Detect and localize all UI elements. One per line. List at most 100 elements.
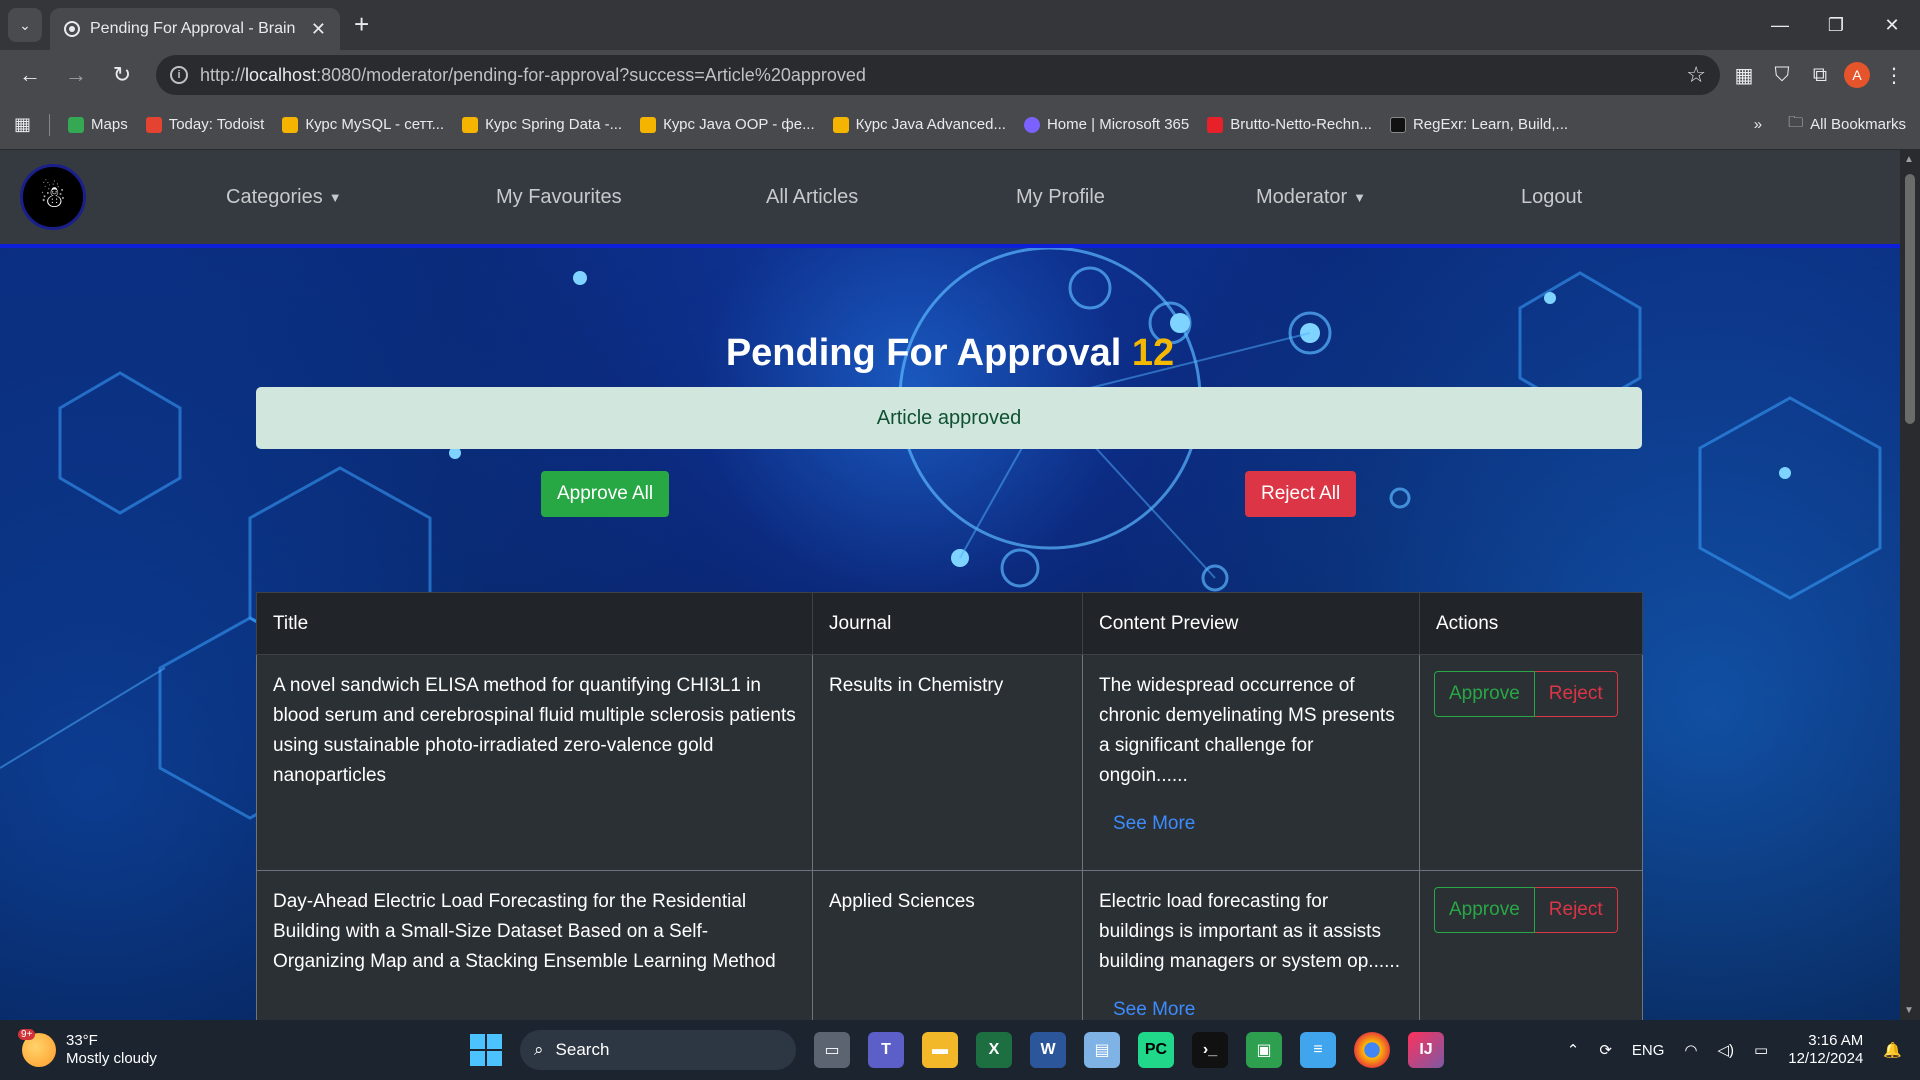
nav-all-articles[interactable]: All Articles (766, 186, 1016, 209)
bookmark-item[interactable]: RegExr: Learn, Build,... (1389, 116, 1568, 133)
vpn-lock-icon[interactable]: ▣ (1246, 1032, 1282, 1068)
window-controls: — ❐ ✕ (1752, 0, 1920, 50)
url-text[interactable]: http://localhost:8080/moderator/pending-… (200, 65, 1674, 86)
nav-my-profile[interactable]: My Profile (1016, 186, 1256, 209)
nav-links: Categories ▼ My Favourites All Articles M… (226, 186, 1791, 209)
all-bookmarks[interactable]: 🗀 All Bookmarks (1788, 112, 1906, 137)
language-indicator[interactable]: ENG (1632, 1042, 1665, 1059)
notepad-icon[interactable]: ≡ (1300, 1032, 1336, 1068)
main-content: Pending For Approval 12 Article approved… (0, 248, 1900, 529)
clock[interactable]: 3:16 AM 12/12/2024 (1788, 1032, 1863, 1068)
tab-close-icon[interactable]: ✕ (311, 19, 326, 40)
volume-icon[interactable]: ◁) (1718, 1041, 1735, 1059)
reject-button[interactable]: Reject (1534, 887, 1618, 933)
reject-all-button[interactable]: Reject All (1245, 471, 1357, 517)
sync-icon[interactable]: ⟳ (1599, 1041, 1612, 1059)
page-scrollbar[interactable]: ▲ ▼ (1900, 150, 1920, 1020)
weather-desc: Mostly cloudy (66, 1050, 157, 1067)
article-preview-cell: The widespread occurrence of chronic dem… (1082, 654, 1420, 871)
teams-icon[interactable]: T (868, 1032, 904, 1068)
windows-taskbar: 9+ 33°F Mostly cloudy ⌕ Search ▭ T ▬ X W … (0, 1020, 1920, 1080)
word-icon[interactable]: W (1030, 1032, 1066, 1068)
bookmarks-separator (49, 113, 51, 136)
maps-icon (68, 116, 85, 133)
pending-count: 12 (1131, 332, 1175, 374)
terminal-icon[interactable]: ›_ (1192, 1032, 1228, 1068)
course-icon (832, 116, 849, 133)
bookmark-item[interactable]: Brutto-Netto-Rechn... (1207, 116, 1372, 133)
bookmark-star-icon[interactable]: ☆ (1686, 62, 1706, 88)
bookmark-item[interactable]: Курс MySQL - сетт... (282, 116, 444, 133)
extension-icon[interactable]: ▦ (1730, 61, 1758, 89)
bookmark-item[interactable]: Курс Java Advanced... (832, 116, 1006, 133)
column-header-journal: Journal (812, 592, 1083, 655)
battery-icon[interactable]: ▭ (1754, 1041, 1768, 1059)
bookmark-item[interactable]: Курс Spring Data -... (462, 116, 622, 133)
nav-my-favourites[interactable]: My Favourites (496, 186, 766, 209)
apps-grid-icon[interactable]: ▦ (14, 114, 31, 135)
profile-avatar[interactable]: A (1844, 62, 1870, 88)
intellij-icon[interactable]: IJ (1408, 1032, 1444, 1068)
nav-moderator[interactable]: Moderator ▼ (1256, 186, 1521, 209)
weather-badge: 9+ (18, 1029, 36, 1040)
approve-button[interactable]: Approve (1434, 887, 1535, 933)
see-more-link[interactable]: See More (1113, 995, 1403, 1020)
scrollbar-thumb[interactable] (1905, 174, 1915, 424)
browser-toolbar: ← → ↻ i http://localhost:8080/moderator/… (0, 50, 1920, 100)
site-navbar: ☃ Categories ▼ My Favourites All Articles… (0, 150, 1900, 248)
weather-temp: 33°F (66, 1032, 98, 1049)
shield-extension-icon[interactable]: ⛉ (1768, 61, 1796, 89)
browser-tab-strip: ⌄ Pending For Approval - Brain D ✕ + — ❐… (0, 0, 1920, 50)
article-preview: The widespread occurrence of chronic dem… (1099, 675, 1395, 786)
more-bookmarks-icon[interactable]: » (1754, 116, 1762, 133)
approve-all-button[interactable]: Approve All (541, 471, 670, 517)
regexr-icon (1389, 116, 1406, 133)
address-bar[interactable]: i http://localhost:8080/moderator/pendin… (156, 55, 1720, 95)
course-icon (282, 116, 299, 133)
article-journal: Applied Sciences (812, 870, 1083, 1020)
bookmark-item[interactable]: Maps (68, 116, 128, 133)
excel-icon[interactable]: X (976, 1032, 1012, 1068)
column-header-content-preview: Content Preview (1082, 592, 1420, 655)
bookmark-item[interactable]: Курс Java OOP - фе... (640, 116, 815, 133)
taskbar-search[interactable]: ⌕ Search (520, 1030, 796, 1070)
scroll-down-icon[interactable]: ▼ (1904, 1005, 1914, 1016)
bookmark-item[interactable]: Today: Todoist (145, 116, 264, 133)
notifications-icon[interactable]: 🔔 (1883, 1041, 1902, 1059)
reload-icon[interactable]: ↻ (104, 62, 140, 88)
site-info-icon[interactable]: i (170, 66, 188, 84)
nav-logout[interactable]: Logout (1521, 186, 1791, 209)
weather-widget[interactable]: 9+ 33°F Mostly cloudy (18, 1029, 157, 1068)
nav-categories[interactable]: Categories ▼ (226, 186, 496, 209)
browser-menu-icon[interactable]: ⋮ (1880, 61, 1908, 89)
table-header-row: Title Journal Content Preview Actions (256, 592, 1643, 655)
caret-down-icon: ▼ (328, 189, 342, 205)
system-tray: ⌃ ⟳ ENG ◠ ◁) ▭ 3:16 AM 12/12/2024 🔔 (1567, 1032, 1902, 1068)
todoist-icon (145, 116, 162, 133)
back-icon[interactable]: ← (12, 62, 48, 88)
reject-button[interactable]: Reject (1534, 671, 1618, 717)
chrome-icon[interactable] (1354, 1032, 1390, 1068)
new-tab-button[interactable]: + (354, 9, 369, 40)
file-explorer-icon[interactable]: ▬ (922, 1032, 958, 1068)
restore-icon[interactable]: ❐ (1808, 15, 1864, 36)
bulk-actions: Approve All Reject All (0, 449, 1900, 529)
bookmark-item[interactable]: Home | Microsoft 365 (1023, 116, 1189, 133)
approve-button[interactable]: Approve (1434, 671, 1535, 717)
extensions-puzzle-icon[interactable]: ⧉ (1806, 61, 1834, 89)
photos-icon[interactable]: ▤ (1084, 1032, 1120, 1068)
tray-overflow-icon[interactable]: ⌃ (1567, 1041, 1580, 1059)
start-icon[interactable] (470, 1034, 502, 1066)
see-more-link[interactable]: See More (1113, 809, 1403, 839)
tab-search-button[interactable]: ⌄ (8, 8, 42, 42)
minimize-icon[interactable]: — (1752, 15, 1808, 36)
wifi-icon[interactable]: ◠ (1684, 1041, 1697, 1059)
pycharm-icon[interactable]: PC (1138, 1032, 1174, 1068)
site-logo[interactable]: ☃ (20, 164, 86, 230)
active-tab[interactable]: Pending For Approval - Brain D ✕ (50, 8, 340, 50)
close-window-icon[interactable]: ✕ (1864, 15, 1920, 36)
task-view-icon[interactable]: ▭ (814, 1032, 850, 1068)
scroll-up-icon[interactable]: ▲ (1904, 154, 1914, 165)
forward-icon[interactable]: → (58, 62, 94, 88)
caret-down-icon: ▼ (1353, 189, 1367, 205)
